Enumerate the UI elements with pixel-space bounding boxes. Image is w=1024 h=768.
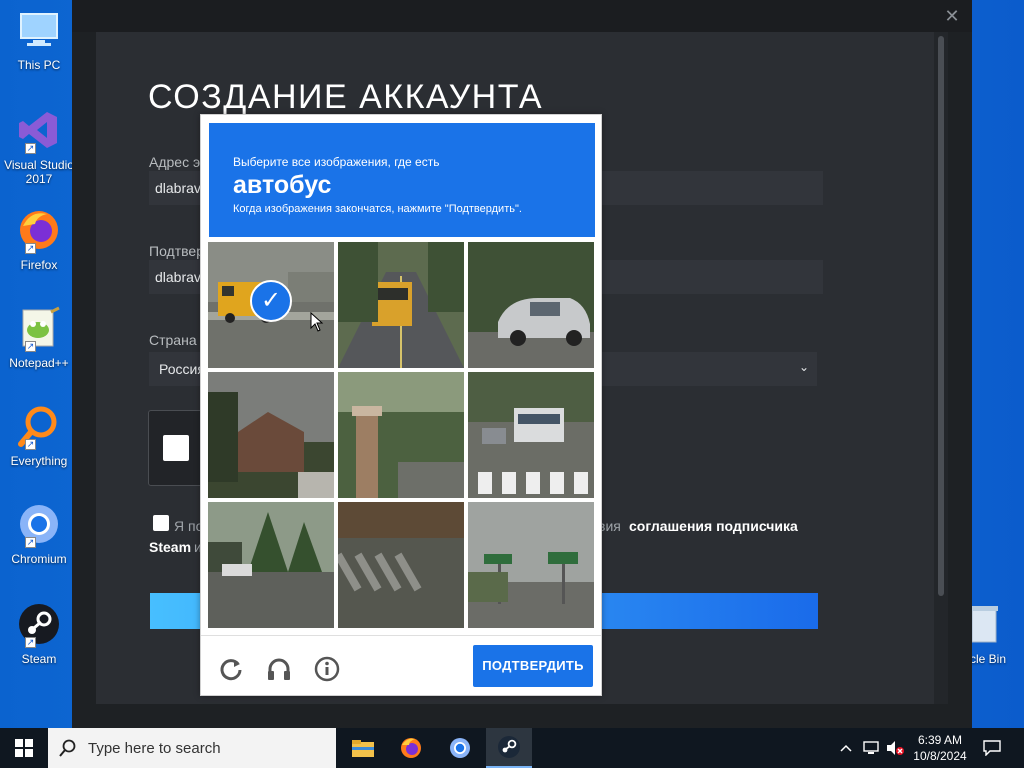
firefox-icon: ↗: [15, 206, 63, 254]
desktop-icon-label: Everything: [10, 454, 68, 468]
reload-icon[interactable]: [215, 653, 247, 685]
recaptcha-checkbox[interactable]: [163, 435, 189, 461]
shortcut-arrow-icon: ↗: [25, 341, 36, 352]
taskbar-chromium[interactable]: [437, 728, 483, 768]
desktop-icon-label: Visual Studio 2017: [4, 158, 74, 186]
shortcut-arrow-icon: ↗: [25, 537, 36, 548]
recycle-bin-icon: [970, 606, 998, 643]
notification-icon[interactable]: [980, 728, 1004, 768]
desktop-icon-chromium[interactable]: ↗ Chromium: [4, 500, 74, 586]
country-value: Россия: [159, 361, 205, 377]
desktop-icon-everything[interactable]: ↗ Everything: [4, 402, 74, 488]
desktop-icon-label: This PC: [17, 58, 61, 72]
network-icon[interactable]: [860, 728, 882, 768]
scrollbar-thumb[interactable]: [938, 36, 944, 596]
subscriber-agreement-link[interactable]: соглашения подписчика: [629, 518, 798, 534]
page-title: СОЗДАНИЕ АККАУНТА: [148, 78, 544, 116]
firefox-icon: [401, 738, 421, 758]
email-label: Адрес э: [149, 154, 201, 170]
desktop-icon-notepad-plus-plus[interactable]: ↗ Notepad++: [4, 304, 74, 390]
taskbar-search-box[interactable]: Type here to search: [48, 728, 336, 768]
desktop-icon-steam[interactable]: ↗ Steam: [4, 600, 74, 686]
mouse-cursor-icon: [310, 312, 324, 332]
subscriber-agreement-link-2[interactable]: Steam: [149, 539, 191, 555]
notepad-plus-plus-icon: ↗: [15, 304, 63, 352]
taskbar: Type here to search 6:39 AM 10/8/2024: [0, 728, 1024, 768]
captcha-tile-5[interactable]: [338, 372, 464, 498]
taskbar-clock[interactable]: 6:39 AM 10/8/2024: [904, 732, 976, 764]
desktop-icon-label: Steam: [21, 652, 57, 666]
desktop-icon-label: Notepad++: [9, 356, 69, 370]
taskbar-steam[interactable]: [486, 728, 532, 768]
captcha-tile-2[interactable]: [338, 242, 464, 368]
desktop-icon-this-pc[interactable]: This PC: [4, 6, 74, 92]
volume-muted-icon[interactable]: [884, 728, 906, 768]
captcha-divider: [201, 635, 601, 636]
captcha-challenge: Выберите все изображения, где есть автоб…: [200, 114, 602, 696]
file-explorer-icon: [352, 740, 374, 757]
steam-icon: [498, 736, 520, 758]
chromium-icon: [450, 738, 470, 758]
agree-checkbox[interactable]: [153, 515, 169, 531]
visual-studio-icon: ↗: [15, 106, 63, 154]
headphones-icon[interactable]: [263, 653, 295, 685]
captcha-keyword: автобус: [233, 171, 332, 199]
shortcut-arrow-icon: ↗: [25, 243, 36, 254]
shortcut-arrow-icon: ↗: [25, 439, 36, 450]
steam-titlebar: ✕: [72, 0, 972, 32]
clock-time: 6:39 AM: [917, 733, 963, 747]
start-button[interactable]: [0, 728, 48, 768]
desktop-icon-label: Firefox: [20, 258, 58, 272]
info-icon[interactable]: [311, 653, 343, 685]
computer-icon: [15, 6, 63, 54]
search-placeholder: Type here to search: [88, 739, 221, 757]
desktop: This PC ↗ Visual Studio 2017 ↗ Firefox ↗…: [0, 0, 1024, 728]
taskbar-firefox[interactable]: [388, 728, 434, 768]
verify-button[interactable]: ПОДТВЕРДИТЬ: [473, 645, 593, 687]
search-icon: [48, 739, 88, 757]
desktop-icon-firefox[interactable]: ↗ Firefox: [4, 206, 74, 292]
chromium-icon: ↗: [15, 500, 63, 548]
captcha-header: Выберите все изображения, где есть автоб…: [209, 123, 595, 237]
captcha-tile-6[interactable]: [468, 372, 594, 498]
shortcut-arrow-icon: ↗: [25, 637, 36, 648]
shortcut-arrow-icon: ↗: [25, 143, 36, 154]
captcha-tile-1[interactable]: ✓: [208, 242, 334, 368]
steam-icon: ↗: [15, 600, 63, 648]
desktop-icon-visual-studio[interactable]: ↗ Visual Studio 2017: [4, 106, 74, 192]
selected-check-icon: ✓: [250, 280, 292, 322]
captcha-tile-9[interactable]: [468, 502, 594, 628]
agree-text: Я по: [174, 518, 204, 534]
captcha-tile-4[interactable]: [208, 372, 334, 498]
captcha-tile-7[interactable]: [208, 502, 334, 628]
close-icon[interactable]: ✕: [940, 4, 964, 28]
captcha-tile-3[interactable]: [468, 242, 594, 368]
captcha-tile-8[interactable]: [338, 502, 464, 628]
desktop-icon-label: Chromium: [11, 552, 67, 566]
desktop-icon-label: cle Bin: [970, 652, 1007, 666]
everything-search-icon: ↗: [15, 402, 63, 450]
taskbar-file-explorer[interactable]: [340, 728, 386, 768]
chevron-down-icon: ⌄: [799, 360, 810, 374]
clock-date: 10/8/2024: [913, 749, 967, 763]
captcha-instruction: Выберите все изображения, где есть: [233, 155, 440, 169]
show-hidden-icons-chevron-icon[interactable]: [836, 728, 856, 768]
windows-logo-icon: [15, 739, 33, 757]
country-label: Страна: [149, 332, 197, 348]
captcha-hint: Когда изображения закончатся, нажмите "П…: [233, 203, 522, 215]
